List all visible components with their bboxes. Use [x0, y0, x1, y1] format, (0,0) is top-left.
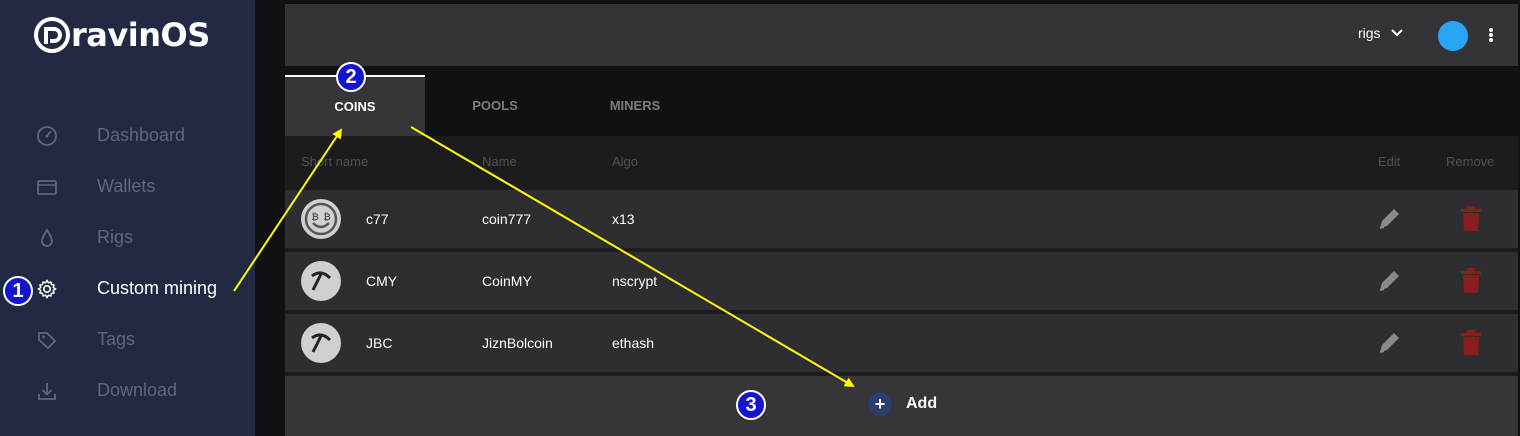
plus-icon: + — [868, 392, 892, 416]
drop-icon — [41, 228, 53, 247]
sidebar-item-label: Wallets — [97, 175, 156, 196]
sidebar-item-download[interactable]: Download — [0, 370, 255, 410]
name-cell: CoinMY — [482, 273, 532, 289]
logo-text: ravinOS — [71, 16, 210, 54]
tab-pools[interactable]: POOLS — [425, 75, 565, 136]
sidebar-item-label: Dashboard — [97, 124, 186, 145]
sidebar-item-dashboard[interactable]: Dashboard — [0, 115, 255, 155]
algo-cell: ethash — [612, 335, 655, 351]
sidebar-item-custom-mining[interactable]: Custom mining — [0, 268, 255, 308]
trash-icon[interactable] — [1459, 267, 1483, 295]
tab-miners[interactable]: MINERS — [565, 75, 705, 136]
ravinos-logo-icon — [34, 17, 70, 53]
short-name-cell: JBC — [366, 335, 393, 351]
sidebar-item-tags[interactable]: Tags — [0, 319, 255, 359]
trash-icon[interactable] — [1459, 205, 1483, 233]
column-header-remove: Remove — [1446, 154, 1495, 169]
table-row[interactable]: CMY CoinMY nscrypt — [285, 252, 1518, 310]
add-bar: + Add — [285, 376, 1518, 436]
sidebar-item-label: Tags — [97, 328, 136, 349]
tab-bar: COINS POOLS MINERS — [285, 75, 1518, 136]
sidebar-item-rigs[interactable]: Rigs — [0, 217, 255, 257]
wallet-icon — [37, 180, 57, 195]
column-header-edit: Edit — [1378, 154, 1401, 169]
column-header-short-name: Short name — [301, 154, 369, 169]
table-row[interactable]: JBC JiznBolcoin ethash — [285, 314, 1518, 372]
edit-pencil-icon[interactable] — [1375, 329, 1403, 357]
name-cell: JiznBolcoin — [482, 335, 553, 351]
pickaxe-icon — [301, 323, 341, 363]
gear-icon — [37, 279, 57, 299]
trash-icon[interactable] — [1459, 329, 1483, 357]
svg-text:₿: ₿ — [311, 212, 318, 223]
algo-cell: nscrypt — [612, 273, 658, 289]
logo[interactable]: ravinOS — [33, 14, 210, 56]
sidebar-item-label: Rigs — [97, 226, 134, 247]
edit-pencil-icon[interactable] — [1375, 205, 1403, 233]
column-header-name: Name — [482, 154, 517, 169]
more-menu-icon[interactable] — [1483, 24, 1499, 46]
name-cell: coin777 — [482, 211, 532, 227]
chevron-down-icon — [1390, 29, 1403, 37]
avatar[interactable] — [1438, 21, 1468, 51]
download-icon — [38, 383, 56, 400]
tag-icon — [38, 332, 57, 350]
sidebar-item-wallets[interactable]: Wallets — [0, 166, 255, 206]
table-header: Short name Name Algo Edit Remove — [285, 136, 1518, 186]
sidebar: ravinOS Dashboard Wallets Rigs Custom mi… — [0, 0, 255, 436]
rigs-dropdown[interactable]: rigs — [1358, 25, 1404, 41]
add-coin-button[interactable]: + Add — [868, 392, 937, 416]
step-marker-3: 3 — [736, 390, 766, 420]
step-marker-2: 2 — [336, 62, 366, 92]
add-label: Add — [906, 395, 938, 412]
column-header-algo: Algo — [612, 154, 639, 169]
bitcoin-face-icon: ₿ ₿ — [301, 199, 341, 239]
step-marker-1: 1 — [3, 276, 33, 306]
svg-text:₿: ₿ — [323, 212, 330, 223]
rigs-dropdown-label: rigs — [1358, 25, 1381, 41]
sidebar-item-label: Custom mining — [97, 277, 218, 298]
table-row[interactable]: ₿ ₿ c77 coin777 x13 — [285, 190, 1518, 248]
short-name-cell: c77 — [366, 211, 389, 227]
short-name-cell: CMY — [366, 273, 398, 289]
speedometer-icon — [37, 126, 57, 146]
edit-pencil-icon[interactable] — [1375, 267, 1403, 295]
pickaxe-icon — [301, 261, 341, 301]
sidebar-item-label: Download — [97, 379, 178, 400]
algo-cell: x13 — [612, 211, 635, 227]
top-bar: rigs — [285, 4, 1518, 66]
